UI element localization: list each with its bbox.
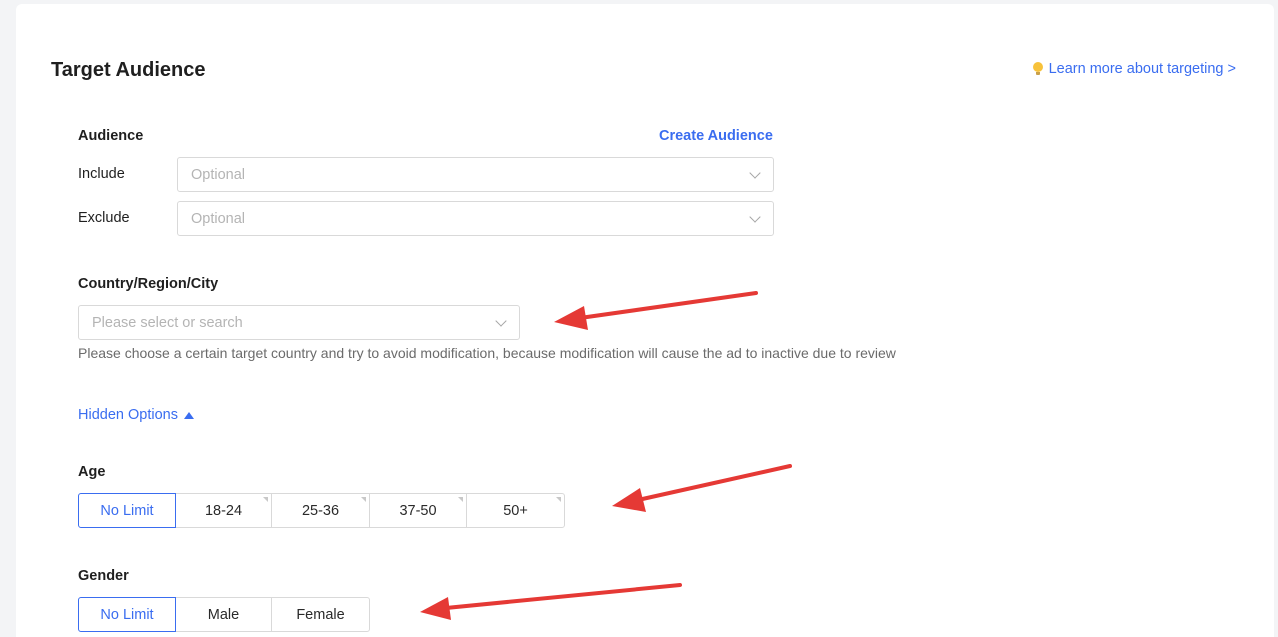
age-option-label: 37-50 <box>399 502 437 519</box>
gender-option-no-limit[interactable]: No Limit <box>78 597 176 632</box>
gender-segmented-control: No Limit Male Female <box>78 597 370 632</box>
gender-option-male[interactable]: Male <box>175 597 272 632</box>
age-option-label: 18-24 <box>204 502 243 519</box>
include-placeholder: Optional <box>191 167 246 183</box>
gender-option-female[interactable]: Female <box>271 597 370 632</box>
create-audience-link[interactable]: Create Audience <box>659 128 773 144</box>
exclude-select[interactable]: Optional <box>177 201 774 236</box>
include-label: Include <box>78 166 125 182</box>
age-option-37-50[interactable]: 37-50 <box>369 493 467 528</box>
age-option-25-36[interactable]: 25-36 <box>271 493 370 528</box>
location-label: Country/Region/City <box>78 276 219 292</box>
age-option-18-24[interactable]: 18-24 <box>175 493 272 528</box>
age-label: Age <box>78 464 106 480</box>
learn-more-link[interactable]: Learn more about targeting > <box>1032 61 1236 77</box>
include-select[interactable]: Optional <box>177 157 774 192</box>
hidden-options-toggle[interactable]: Hidden Options <box>78 407 194 423</box>
location-hint: Please choose a certain target country a… <box>78 345 896 361</box>
gender-label: Gender <box>78 568 129 584</box>
exclude-placeholder: Optional <box>191 211 246 227</box>
corner-mark-icon <box>263 497 268 502</box>
hidden-options-label: Hidden Options <box>78 407 178 423</box>
location-placeholder: Please select or search <box>92 315 243 331</box>
location-select[interactable]: Please select or search <box>78 305 520 340</box>
age-option-label: 25-36 <box>301 502 340 519</box>
chevron-down-icon <box>749 211 761 223</box>
age-option-50-plus[interactable]: 50+ <box>466 493 565 528</box>
exclude-label: Exclude <box>78 210 130 226</box>
age-option-label: 50+ <box>503 502 528 519</box>
corner-mark-icon <box>361 497 366 502</box>
age-segmented-control: No Limit 18-24 25-36 37-50 50+ <box>78 493 565 528</box>
chevron-down-icon <box>495 315 507 327</box>
lightbulb-icon <box>1032 62 1043 76</box>
chevron-down-icon <box>749 167 761 179</box>
audience-label: Audience <box>78 128 144 144</box>
corner-mark-icon <box>458 497 463 502</box>
page-title: Target Audience <box>51 59 206 81</box>
corner-mark-icon <box>556 497 561 502</box>
age-option-no-limit[interactable]: No Limit <box>78 493 176 528</box>
triangle-up-icon <box>183 411 194 419</box>
learn-more-label: Learn more about targeting > <box>1048 61 1236 77</box>
